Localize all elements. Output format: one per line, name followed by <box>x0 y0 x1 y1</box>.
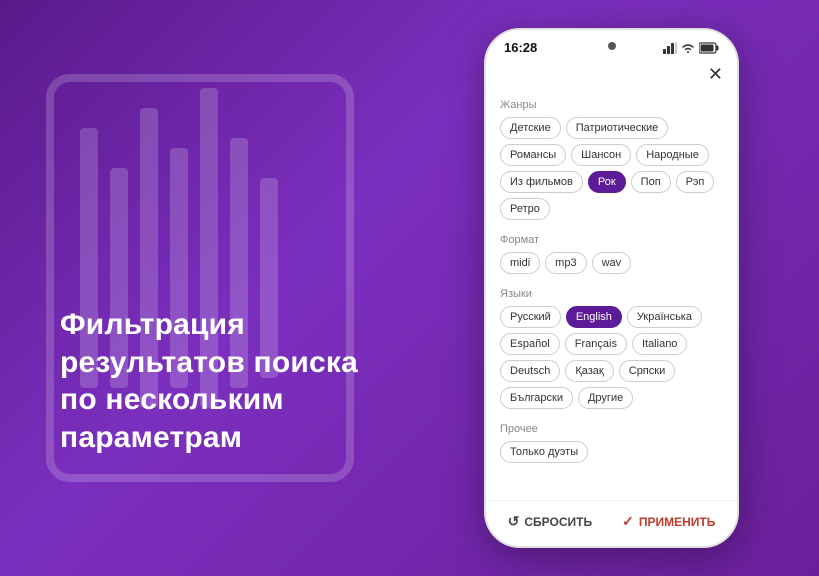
tags-row-format: midimp3 wav <box>500 252 723 274</box>
section-label-languages: Языки <box>500 288 723 300</box>
tag-из-фильмов[interactable]: Из фильмов <box>500 171 583 193</box>
tag-français[interactable]: Français <box>565 333 627 355</box>
close-row: ✕ <box>500 59 723 87</box>
tag-поп[interactable]: Поп <box>631 171 671 193</box>
tag-рок[interactable]: Рок <box>588 171 626 193</box>
tag-ретро[interactable]: Ретро <box>500 198 550 220</box>
reset-button[interactable]: ↺ СБРОСИТЬ <box>508 513 592 530</box>
phone-filter-content[interactable]: ✕ Жанры ДетскиеПатриотическиеРомансыШансо… <box>486 59 737 500</box>
tag-english[interactable]: English <box>566 306 622 328</box>
apply-icon: ✓ <box>622 513 634 530</box>
tags-row-languages: РусскийEnglishУкраїнська EspañolFrançaisI… <box>500 306 723 409</box>
phone-bottom-bar: ↺ СБРОСИТЬ ✓ ПРИМЕНИТЬ <box>486 500 737 546</box>
tag-wav[interactable]: wav <box>592 252 632 274</box>
status-icons <box>663 42 719 54</box>
wifi-icon <box>681 42 695 54</box>
apply-label: ПРИМЕНИТЬ <box>639 515 716 529</box>
tag-midi[interactable]: midi <box>500 252 540 274</box>
phone-notch <box>608 42 616 50</box>
phone-status-bar: 16:28 <box>486 30 737 59</box>
tag-русский[interactable]: Русский <box>500 306 561 328</box>
section-label-genres: Жанры <box>500 99 723 111</box>
section-label-format: Формат <box>500 234 723 246</box>
tag-қазақ[interactable]: Қазақ <box>565 360 613 382</box>
tag-mp3[interactable]: mp3 <box>545 252 586 274</box>
tag-патриотические[interactable]: Патриотические <box>566 117 669 139</box>
page-title: Фильтрация результатов поиска по несколь… <box>60 306 380 456</box>
close-button[interactable]: ✕ <box>708 65 723 83</box>
tag-только-дуэты[interactable]: Только дуэты <box>500 441 588 463</box>
reset-label: СБРОСИТЬ <box>524 515 592 529</box>
tag-детские[interactable]: Детские <box>500 117 561 139</box>
tag-български[interactable]: Български <box>500 387 573 409</box>
tag-italiano[interactable]: Italiano <box>632 333 687 355</box>
signal-icon <box>663 42 677 54</box>
left-text-block: Фильтрация результатов поиска по несколь… <box>60 306 380 456</box>
tags-row-other: Только дуэты <box>500 441 723 463</box>
reset-icon: ↺ <box>508 513 520 530</box>
phone-time: 16:28 <box>504 40 537 55</box>
tag-народные[interactable]: Народные <box>636 144 709 166</box>
tag-deutsch[interactable]: Deutsch <box>500 360 560 382</box>
section-label-other: Прочее <box>500 423 723 435</box>
tag-шансон[interactable]: Шансон <box>571 144 631 166</box>
tag-српски[interactable]: Српски <box>619 360 675 382</box>
tag-español[interactable]: Español <box>500 333 560 355</box>
tag-українська[interactable]: Українська <box>627 306 702 328</box>
phone-mockup: 16:28 <box>484 28 739 548</box>
tags-row-genres: ДетскиеПатриотическиеРомансыШансонНародн… <box>500 117 723 220</box>
tag-другие[interactable]: Другие <box>578 387 633 409</box>
tag-романсы[interactable]: Романсы <box>500 144 566 166</box>
battery-icon <box>699 42 719 54</box>
apply-button[interactable]: ✓ ПРИМЕНИТЬ <box>622 513 715 530</box>
tag-рэп[interactable]: Рэп <box>676 171 715 193</box>
